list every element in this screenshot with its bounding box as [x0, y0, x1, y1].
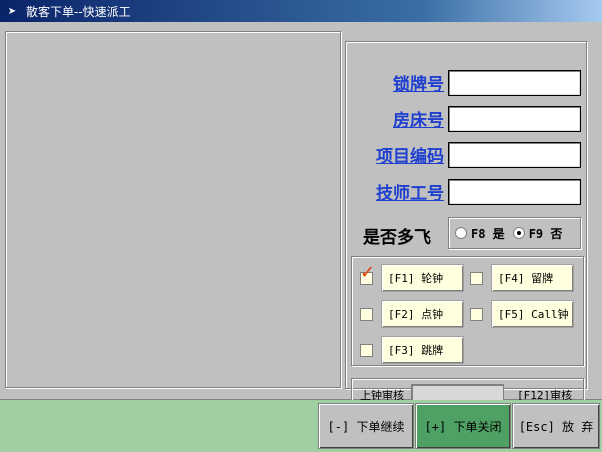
- order-close-button[interactable]: [+] 下单关闭: [415, 403, 511, 449]
- order-form-panel: 锁牌号 房床号 项目编码 技师工号 是否多飞 F8 是 F9 否 ✓ [F1] …: [345, 41, 587, 408]
- bottom-button-bar: [-] 下单继续 [+] 下单关闭 [Esc] 放 弃: [0, 400, 602, 452]
- radio-no-icon[interactable]: [512, 227, 525, 239]
- field-row-technician-id: 技师工号: [346, 177, 586, 205]
- field-row-room-bed: 房床号: [346, 104, 586, 132]
- lock-number-label[interactable]: 锁牌号: [393, 70, 444, 95]
- multifly-label: 是否多飞: [363, 228, 431, 248]
- radio-yes-icon[interactable]: [455, 227, 467, 239]
- room-bed-label[interactable]: 房床号: [393, 106, 444, 131]
- option-f3-button[interactable]: [F3] 跳牌: [381, 336, 464, 364]
- client-area: 锁牌号 房床号 项目编码 技师工号 是否多飞 F8 是 F9 否 ✓ [F1] …: [0, 22, 602, 408]
- option-f5-button[interactable]: [F5] Call钟: [491, 300, 574, 328]
- check-mark-icon: ✓: [360, 262, 376, 283]
- radio-option-yes[interactable]: F8 是: [455, 225, 505, 242]
- checkbox-f5[interactable]: [470, 308, 483, 321]
- checkbox-f3[interactable]: [360, 344, 373, 357]
- radio-option-no[interactable]: F9 否: [512, 225, 563, 242]
- item-code-input[interactable]: [448, 142, 581, 168]
- lock-number-input[interactable]: [448, 70, 581, 96]
- radio-no-label: F9 否: [528, 226, 563, 241]
- window-title: 散客下单--快速派工: [26, 4, 131, 19]
- dispatch-options-group: ✓ [F1] 轮钟 [F4] 留牌 [F2] 点钟 [F5] Call钟 [F3…: [351, 256, 584, 366]
- checkbox-f1[interactable]: ✓: [360, 264, 375, 285]
- checkbox-f2[interactable]: [360, 308, 373, 321]
- multifly-radio-group: F8 是 F9 否: [448, 217, 581, 249]
- field-row-item-code: 项目编码: [346, 140, 586, 168]
- cancel-button[interactable]: [Esc] 放 弃: [512, 403, 600, 449]
- order-continue-button[interactable]: [-] 下单继续: [318, 403, 414, 449]
- option-f1-button[interactable]: [F1] 轮钟: [381, 264, 464, 292]
- left-panel: [5, 31, 341, 388]
- radio-yes-label: F8 是: [471, 226, 505, 241]
- option-f4-button[interactable]: [F4] 留牌: [491, 264, 574, 292]
- field-row-lock-number: 锁牌号: [346, 68, 586, 96]
- room-bed-input[interactable]: [448, 106, 581, 132]
- app-icon[interactable]: ➤: [6, 5, 18, 17]
- option-f2-button[interactable]: [F2] 点钟: [381, 300, 464, 328]
- title-bar[interactable]: ➤ 散客下单--快速派工: [0, 0, 602, 22]
- checkbox-f4[interactable]: [470, 272, 483, 285]
- technician-id-input[interactable]: [448, 179, 581, 205]
- technician-id-label[interactable]: 技师工号: [376, 179, 444, 204]
- item-code-label[interactable]: 项目编码: [376, 142, 444, 167]
